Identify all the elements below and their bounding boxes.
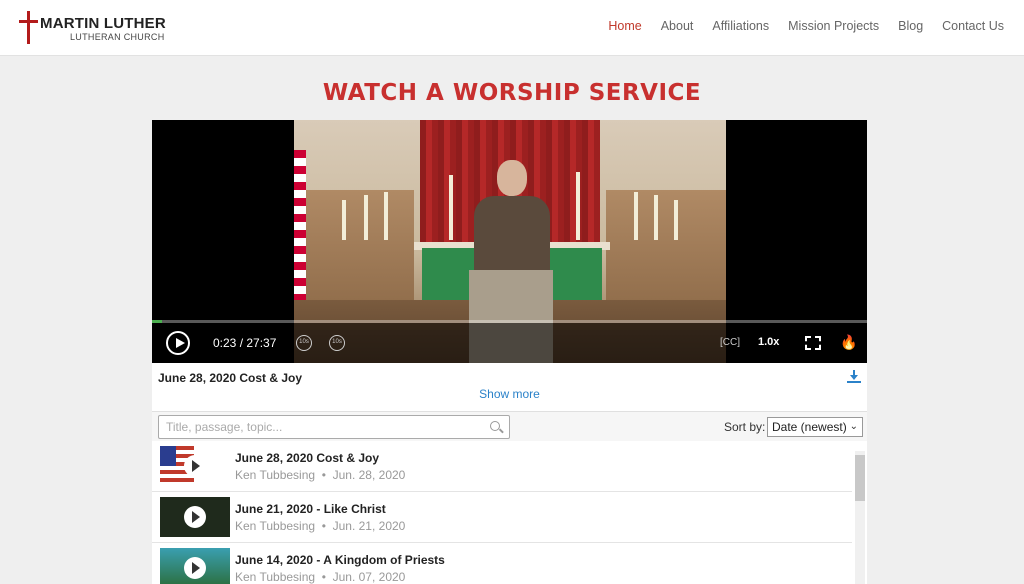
pastor-head — [497, 160, 527, 196]
main-nav: Home About Affiliations Mission Projects… — [608, 19, 1004, 33]
sermon-meta: Ken Tubbesing • Jun. 21, 2020 — [235, 519, 406, 533]
sermon-thumbnail[interactable] — [160, 548, 230, 584]
nav-about[interactable]: About — [661, 19, 694, 33]
site-header: MARTIN LUTHER LUTHERAN CHURCH Home About… — [0, 0, 1024, 56]
captions-button[interactable]: [CC] — [720, 337, 740, 348]
sort-selected-value: Date (newest) — [772, 420, 847, 434]
candle — [384, 192, 388, 240]
skip-back-icon[interactable]: 10s — [296, 335, 312, 351]
sermon-title[interactable]: June 21, 2020 - Like Christ — [235, 502, 386, 516]
sort-select[interactable]: Date (newest) ⌄ — [767, 417, 863, 437]
nav-blog[interactable]: Blog — [898, 19, 923, 33]
sermon-meta: Ken Tubbesing • Jun. 28, 2020 — [235, 468, 406, 482]
skip-forward-icon[interactable]: 10s — [329, 335, 345, 351]
chevron-down-icon: ⌄ — [849, 421, 858, 432]
logo-subtitle: LUTHERAN CHURCH — [70, 32, 165, 42]
video-player[interactable]: 0:23 / 27:37 10s 10s [CC] 1.0x 🔥 — [152, 120, 867, 363]
current-video-title: June 28, 2020 Cost & Joy — [158, 371, 303, 385]
fullscreen-icon[interactable] — [805, 336, 821, 350]
player-controls: 0:23 / 27:37 10s 10s [CC] 1.0x 🔥 — [152, 323, 867, 363]
flame-icon[interactable]: 🔥 — [840, 334, 857, 351]
nav-affiliations[interactable]: Affiliations — [712, 19, 769, 33]
candle — [654, 195, 658, 240]
sermon-speaker: Ken Tubbesing — [235, 570, 316, 584]
sermon-thumbnail[interactable] — [160, 497, 230, 537]
download-icon-tray — [847, 381, 861, 383]
nav-contact-us[interactable]: Contact Us — [942, 19, 1004, 33]
play-icon[interactable] — [184, 506, 206, 528]
candle — [449, 175, 453, 240]
sermon-date: Jun. 21, 2020 — [332, 519, 406, 533]
nav-mission-projects[interactable]: Mission Projects — [788, 19, 879, 33]
logo-name: MARTIN LUTHER — [40, 15, 166, 32]
sermon-list: June 28, 2020 Cost & Joy Ken Tubbesing •… — [152, 441, 867, 584]
candle — [674, 200, 678, 240]
search-icon[interactable] — [490, 421, 500, 431]
flag-canton — [160, 446, 176, 466]
play-icon[interactable] — [184, 455, 206, 477]
page-title: WATCH A WORSHIP SERVICE — [322, 80, 702, 106]
cross-icon — [27, 11, 30, 44]
candle — [634, 192, 638, 240]
sermon-speaker: Ken Tubbesing — [235, 468, 316, 482]
list-scrollbar[interactable] — [855, 451, 865, 584]
current-video-info: June 28, 2020 Cost & Joy Show more — [152, 363, 867, 411]
nav-home[interactable]: Home — [608, 19, 641, 33]
download-icon[interactable] — [847, 370, 861, 384]
playback-speed-button[interactable]: 1.0x — [758, 336, 779, 348]
flag — [294, 150, 306, 300]
candle — [342, 200, 346, 240]
candle — [364, 195, 368, 240]
sermon-date: Jun. 28, 2020 — [332, 468, 406, 482]
list-item[interactable]: June 28, 2020 Cost & Joy Ken Tubbesing •… — [152, 441, 852, 492]
cross-icon-bar — [19, 20, 38, 23]
show-more-link[interactable]: Show more — [152, 387, 867, 401]
candle — [576, 172, 580, 240]
sermon-meta: Ken Tubbesing • Jun. 07, 2020 — [235, 570, 406, 584]
sermon-title[interactable]: June 14, 2020 - A Kingdom of Priests — [235, 553, 445, 567]
play-icon[interactable] — [184, 557, 206, 579]
download-icon-head — [850, 375, 858, 380]
play-button[interactable] — [166, 331, 190, 355]
filter-bar: Sort by: Date (newest) ⌄ — [152, 411, 867, 441]
church-logo[interactable]: MARTIN LUTHER LUTHERAN CHURCH — [18, 10, 168, 46]
list-item[interactable]: June 21, 2020 - Like Christ Ken Tubbesin… — [152, 492, 852, 543]
sermon-thumbnail[interactable] — [160, 446, 230, 486]
scrollbar-thumb[interactable] — [855, 455, 865, 501]
time-display: 0:23 / 27:37 — [213, 336, 277, 350]
sermon-speaker: Ken Tubbesing — [235, 519, 316, 533]
list-item[interactable]: June 14, 2020 - A Kingdom of Priests Ken… — [152, 543, 852, 584]
sermon-date: Jun. 07, 2020 — [332, 570, 406, 584]
sort-label: Sort by: — [724, 420, 766, 434]
sermon-title[interactable]: June 28, 2020 Cost & Joy — [235, 451, 379, 465]
search-input[interactable] — [158, 415, 510, 439]
